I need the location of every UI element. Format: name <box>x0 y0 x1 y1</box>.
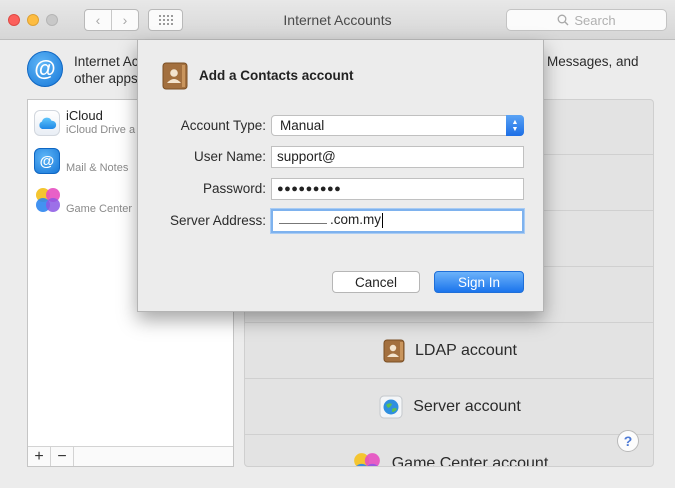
sign-in-button[interactable]: Sign In <box>434 271 524 293</box>
game-center-bubbles-icon <box>353 453 380 466</box>
sidebar-bottom-bar: + − <box>28 446 233 466</box>
remove-account-button[interactable]: − <box>51 447 74 466</box>
redacted-text <box>279 222 327 224</box>
icloud-account-name: iCloud <box>66 108 103 123</box>
server-address-value: .com.my <box>330 212 382 227</box>
username-field[interactable]: support@ <box>271 146 524 168</box>
provider-row-game-center[interactable]: Game Center account <box>245 435 653 467</box>
icloud-account-subtitle: iCloud Drive a <box>66 124 136 136</box>
password-field[interactable]: ●●●●●●●●● <box>271 178 524 200</box>
password-value: ●●●●●●●●● <box>277 183 342 195</box>
add-contacts-account-sheet: Add a Contacts account Account Type: Man… <box>137 40 544 312</box>
account-type-select[interactable]: Manual ▲ ▼ <box>271 115 524 136</box>
select-arrows-icon: ▲ ▼ <box>506 115 524 136</box>
mail-account-subtitle: Mail & Notes <box>66 162 129 174</box>
account-type-label: Account Type: <box>180 118 266 133</box>
help-button[interactable]: ? <box>617 430 639 452</box>
contacts-book-icon <box>162 62 188 90</box>
account-type-value: Manual <box>280 118 325 133</box>
game-center-icon <box>34 186 60 212</box>
provider-row-server[interactable]: Server account <box>245 379 653 435</box>
text-caret <box>382 212 384 228</box>
sheet-title: Add a Contacts account <box>199 68 354 83</box>
password-label: Password: <box>202 181 266 196</box>
contacts-book-icon <box>383 339 405 362</box>
server-address-field[interactable]: .com.my <box>271 209 524 233</box>
provider-label-ldap: LDAP account <box>415 341 517 359</box>
provider-row-ldap[interactable]: LDAP account <box>245 323 653 379</box>
provider-label-game-center: Game Center account <box>391 455 549 467</box>
username-label: User Name: <box>193 149 266 164</box>
search-field[interactable]: Search <box>506 9 667 31</box>
header-text-right: Messages, and <box>547 54 639 69</box>
icloud-icon <box>34 110 60 136</box>
title-bar: ‹ › Internet Accounts Search <box>0 0 675 40</box>
search-placeholder: Search <box>574 12 616 28</box>
cancel-button[interactable]: Cancel <box>332 271 420 293</box>
internet-accounts-icon: @ <box>27 51 63 87</box>
game-center-account-subtitle: Game Center <box>66 203 133 215</box>
at-sign-icon: @ <box>34 148 60 174</box>
server-address-label: Server Address: <box>169 213 266 228</box>
username-value: support@ <box>277 149 336 164</box>
provider-label-server: Server account <box>413 397 521 415</box>
add-account-button[interactable]: + <box>28 447 51 466</box>
search-icon <box>557 14 569 26</box>
globe-server-icon <box>379 395 403 418</box>
